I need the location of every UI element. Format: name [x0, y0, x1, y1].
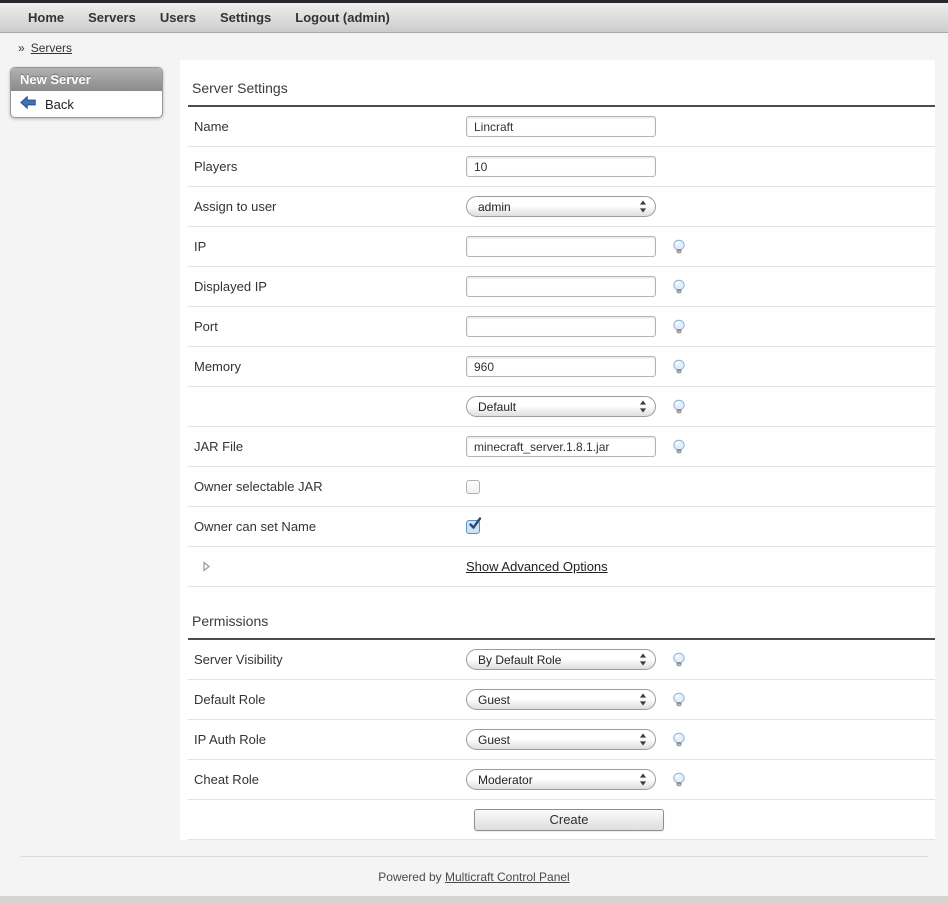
- sidebar-title: New Server: [11, 68, 162, 91]
- top-navigation: Home Servers Users Settings Logout (admi…: [0, 3, 948, 33]
- form-row-owner-can-set-name: Owner can set Name: [188, 507, 935, 547]
- form-row-memory: Memory: [188, 347, 935, 387]
- sidebar-column: New Server Back: [0, 60, 180, 118]
- cheat-role-select[interactable]: Moderator: [466, 769, 656, 790]
- form-row-owner-selectable-jar: Owner selectable JAR: [188, 467, 935, 507]
- breadcrumb-marker: »: [18, 41, 25, 55]
- nav-item-logout[interactable]: Logout (admin): [295, 10, 390, 25]
- select-stepper-arrows-icon: [639, 400, 647, 413]
- name-input[interactable]: [466, 116, 656, 137]
- section-title-server-settings: Server Settings: [188, 60, 935, 107]
- breadcrumb-link-servers[interactable]: Servers: [31, 41, 72, 55]
- help-bulb-icon[interactable]: [671, 772, 687, 788]
- field-label: IP: [194, 239, 466, 254]
- create-button[interactable]: Create: [474, 809, 664, 831]
- owner-selectable-jar-checkbox[interactable]: [466, 480, 480, 494]
- form-row-port: Port: [188, 307, 935, 347]
- form-row-memory-profile: Default: [188, 387, 935, 427]
- field-label: Displayed IP: [194, 279, 466, 294]
- select-stepper-arrows-icon: [639, 733, 647, 746]
- select-value: Guest: [478, 693, 639, 707]
- back-button-label: Back: [45, 97, 74, 112]
- owner-can-set-name-checkbox[interactable]: [466, 520, 480, 534]
- select-value: By Default Role: [478, 653, 639, 667]
- select-stepper-arrows-icon: [639, 653, 647, 666]
- nav-item-home[interactable]: Home: [28, 10, 64, 25]
- memory-profile-select[interactable]: Default: [466, 396, 656, 417]
- select-value: Moderator: [478, 773, 639, 787]
- footer-multicraft-link[interactable]: Multicraft Control Panel: [445, 870, 570, 884]
- page-footer: Powered by Multicraft Control Panel: [20, 856, 928, 884]
- server-visibility-select[interactable]: By Default Role: [466, 649, 656, 670]
- help-bulb-icon[interactable]: [671, 319, 687, 335]
- show-advanced-options-link[interactable]: Show Advanced Options: [466, 559, 608, 574]
- field-label: Players: [194, 159, 466, 174]
- form-row-name: Name: [188, 107, 935, 147]
- field-label: Assign to user: [194, 199, 466, 214]
- form-row-default-role: Default Role Guest: [188, 680, 935, 720]
- help-bulb-icon[interactable]: [671, 359, 687, 375]
- help-bulb-icon[interactable]: [671, 439, 687, 455]
- main-content: Server Settings Name Players Assign to u…: [180, 60, 935, 840]
- nav-item-users[interactable]: Users: [160, 10, 196, 25]
- help-bulb-icon[interactable]: [671, 652, 687, 668]
- form-row-ip-auth-role: IP Auth Role Guest: [188, 720, 935, 760]
- help-bulb-icon[interactable]: [671, 732, 687, 748]
- select-value: Guest: [478, 733, 639, 747]
- form-row-cheat-role: Cheat Role Moderator: [188, 760, 935, 800]
- field-label: Default Role: [194, 692, 466, 707]
- field-label: Owner selectable JAR: [194, 479, 466, 494]
- back-button[interactable]: Back: [11, 91, 162, 117]
- nav-item-servers[interactable]: Servers: [88, 10, 136, 25]
- select-value: admin: [478, 200, 639, 214]
- field-label: Owner can set Name: [194, 519, 466, 534]
- help-bulb-icon[interactable]: [671, 239, 687, 255]
- assign-to-user-select[interactable]: admin: [466, 196, 656, 217]
- form-row-assign-to-user: Assign to user admin: [188, 187, 935, 227]
- ip-input[interactable]: [466, 236, 656, 257]
- field-label: Memory: [194, 359, 466, 374]
- select-stepper-arrows-icon: [639, 200, 647, 213]
- breadcrumb: » Servers: [18, 41, 948, 56]
- field-label: Cheat Role: [194, 772, 466, 787]
- field-label: IP Auth Role: [194, 732, 466, 747]
- form-row-displayed-ip: Displayed IP: [188, 267, 935, 307]
- form-row-submit: Create: [188, 800, 935, 840]
- ip-auth-role-select[interactable]: Guest: [466, 729, 656, 750]
- help-bulb-icon[interactable]: [671, 692, 687, 708]
- field-label: Server Visibility: [194, 652, 466, 667]
- footer-text: Powered by: [378, 870, 441, 884]
- help-bulb-icon[interactable]: [671, 399, 687, 415]
- nav-item-settings[interactable]: Settings: [220, 10, 271, 25]
- form-row-server-visibility: Server Visibility By Default Role: [188, 640, 935, 680]
- back-arrow-icon: [20, 96, 36, 112]
- help-bulb-icon[interactable]: [671, 279, 687, 295]
- form-row-advanced-options: Show Advanced Options: [188, 547, 935, 587]
- select-stepper-arrows-icon: [639, 693, 647, 706]
- default-role-select[interactable]: Guest: [466, 689, 656, 710]
- displayed-ip-input[interactable]: [466, 276, 656, 297]
- disclosure-triangle-icon[interactable]: [202, 561, 211, 572]
- players-input[interactable]: [466, 156, 656, 177]
- field-label: Port: [194, 319, 466, 334]
- field-label: JAR File: [194, 439, 466, 454]
- form-row-ip: IP: [188, 227, 935, 267]
- section-title-permissions: Permissions: [188, 587, 935, 640]
- form-row-players: Players: [188, 147, 935, 187]
- select-stepper-arrows-icon: [639, 773, 647, 786]
- form-row-jar-file: JAR File: [188, 427, 935, 467]
- bottom-edge-band: [0, 896, 948, 903]
- jar-file-input[interactable]: [466, 436, 656, 457]
- select-value: Default: [478, 400, 639, 414]
- sidebar-panel: New Server Back: [10, 67, 163, 118]
- memory-input[interactable]: [466, 356, 656, 377]
- port-input[interactable]: [466, 316, 656, 337]
- field-label: Name: [194, 119, 466, 134]
